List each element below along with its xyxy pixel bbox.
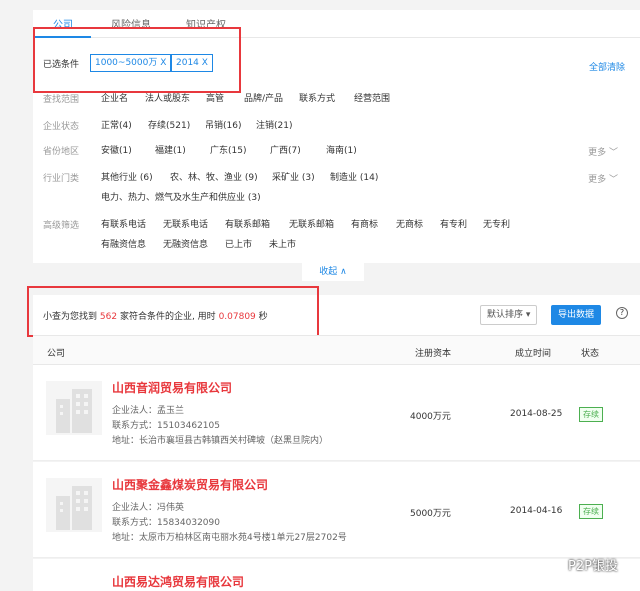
filter-label-state: 企业状态 bbox=[43, 122, 80, 132]
filter-option[interactable]: 联系方式 bbox=[299, 91, 335, 104]
legal-person: 企业法人：孟玉兰 bbox=[112, 406, 185, 416]
filter-option[interactable]: 有联系邮箱 bbox=[225, 217, 270, 230]
filter-option[interactable]: 有融资信息 bbox=[101, 237, 146, 250]
filter-option[interactable]: 采矿业 (3) bbox=[272, 170, 315, 183]
table-row[interactable]: 山西音润贸易有限公司 企业法人：孟玉兰 联系方式：15103462105 地址：… bbox=[33, 365, 640, 461]
table-row[interactable]: 山西聚金鑫煤炭贸易有限公司 企业法人：冯伟英 联系方式：15834032090 … bbox=[33, 462, 640, 558]
col-capital: 注册资本 bbox=[415, 349, 452, 359]
col-company: 公司 bbox=[47, 349, 66, 359]
capital: 5000万元 bbox=[410, 509, 451, 519]
filter-option[interactable]: 福建(1) bbox=[155, 143, 186, 156]
filter-option[interactable]: 无联系电话 bbox=[163, 217, 208, 230]
filter-option[interactable]: 海南(1) bbox=[326, 143, 357, 156]
filter-label-advanced: 高级筛选 bbox=[43, 221, 80, 231]
filter-option[interactable]: 其他行业 (6) bbox=[101, 170, 153, 183]
filter-option[interactable]: 注销(21) bbox=[256, 118, 292, 131]
contact: 联系方式：15834032090 bbox=[112, 518, 220, 528]
company-name[interactable]: 山西易达鸿贸易有限公司 bbox=[112, 573, 244, 590]
company-logo-placeholder bbox=[46, 478, 102, 532]
filter-option[interactable]: 无商标 bbox=[396, 217, 423, 230]
filter-option[interactable]: 已上市 bbox=[225, 237, 252, 250]
filter-option[interactable]: 未上市 bbox=[269, 237, 296, 250]
filter-option[interactable]: 安徽(1) bbox=[101, 143, 132, 156]
filter-option[interactable]: 有商标 bbox=[351, 217, 378, 230]
building-icon bbox=[56, 389, 92, 433]
capital: 4000万元 bbox=[410, 412, 451, 422]
industry-more-toggle[interactable]: 更多 ﹀ bbox=[588, 172, 618, 185]
export-button[interactable]: 导出数据 bbox=[551, 305, 602, 325]
region-more-toggle[interactable]: 更多 ﹀ bbox=[588, 145, 618, 158]
filter-option[interactable]: 无专利 bbox=[483, 217, 510, 230]
table-row[interactable]: 山西易达鸿贸易有限公司 bbox=[33, 559, 640, 591]
contact: 联系方式：15103462105 bbox=[112, 421, 220, 431]
col-status: 状态 bbox=[581, 349, 600, 359]
filter-option[interactable]: 制造业 (14) bbox=[330, 170, 378, 183]
filter-option[interactable]: 吊销(16) bbox=[205, 118, 241, 131]
highlight-box bbox=[27, 286, 319, 337]
chevron-down-icon: ﹀ bbox=[608, 175, 618, 185]
filter-option[interactable]: 有专利 bbox=[440, 217, 467, 230]
filter-option[interactable]: 品牌/产品 bbox=[244, 91, 283, 104]
filter-label-industry: 行业门类 bbox=[43, 174, 80, 184]
clear-all-link[interactable]: 全部清除 bbox=[589, 60, 625, 73]
more-label: 更多 bbox=[588, 175, 607, 185]
filter-option[interactable]: 无融资信息 bbox=[163, 237, 208, 250]
watermark: P2P银投 bbox=[568, 559, 618, 574]
address: 地址：长治市襄垣县古韩镇西关村碑坡（赵黑旦院内） bbox=[112, 436, 329, 446]
chevron-down-icon: ﹀ bbox=[608, 148, 618, 158]
filter-option[interactable]: 农、林、牧、渔业 (9) bbox=[170, 170, 258, 183]
collapse-filters-button[interactable]: 收起 ∧ bbox=[302, 263, 364, 281]
table-header: 公司 注册资本 成立时间 状态 bbox=[33, 335, 640, 365]
company-name[interactable]: 山西音润贸易有限公司 bbox=[112, 379, 232, 396]
more-label: 更多 bbox=[588, 148, 607, 158]
address: 地址：太原市万柏林区南屯丽水苑4号楼1单元27层2702号 bbox=[112, 533, 347, 543]
col-date: 成立时间 bbox=[515, 349, 552, 359]
filter-option[interactable]: 无联系邮箱 bbox=[289, 217, 334, 230]
filter-label-scope: 查找范围 bbox=[43, 95, 80, 105]
filter-option[interactable]: 有联系电话 bbox=[101, 217, 146, 230]
filter-option[interactable]: 存续(521) bbox=[148, 118, 190, 131]
found-date: 2014-08-25 bbox=[510, 409, 563, 419]
filter-label-region: 省份地区 bbox=[43, 147, 80, 157]
status-badge: 存续 bbox=[579, 504, 603, 519]
filter-option[interactable]: 经营范围 bbox=[354, 91, 390, 104]
filter-option[interactable]: 电力、热力、燃气及水生产和供应业 (3) bbox=[101, 190, 261, 203]
filter-option[interactable]: 正常(4) bbox=[101, 118, 132, 131]
help-icon[interactable]: ? bbox=[616, 307, 628, 319]
status-badge: 存续 bbox=[579, 407, 603, 422]
company-name[interactable]: 山西聚金鑫煤炭贸易有限公司 bbox=[112, 476, 268, 493]
building-icon bbox=[56, 486, 92, 530]
legal-person: 企业法人：冯伟英 bbox=[112, 503, 185, 513]
sort-dropdown[interactable]: 默认排序 ▾ bbox=[480, 305, 538, 325]
highlight-box bbox=[33, 27, 241, 93]
filter-option[interactable]: 广西(7) bbox=[270, 143, 301, 156]
found-date: 2014-04-16 bbox=[510, 506, 563, 516]
company-logo-placeholder bbox=[46, 381, 102, 435]
filter-option[interactable]: 广东(15) bbox=[210, 143, 246, 156]
